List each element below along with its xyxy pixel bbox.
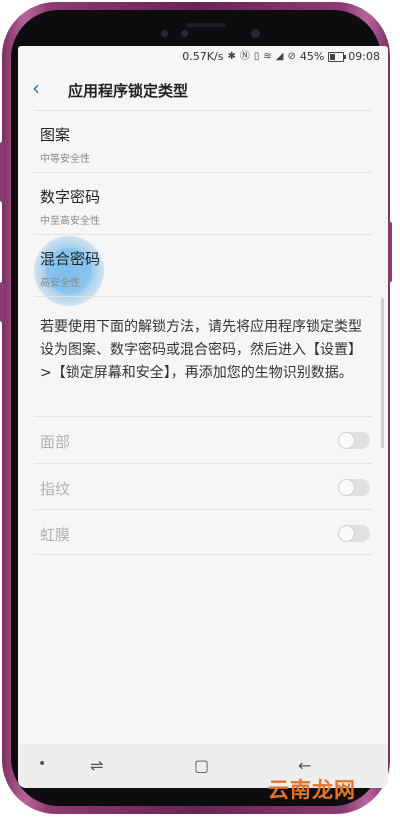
biometric-label: 虹膜 xyxy=(40,526,71,544)
option-pin[interactable]: 数字密码 中至高安全性 xyxy=(40,186,360,227)
signal-icon: ◢ xyxy=(275,50,284,62)
option-subtitle: 中至高安全性 xyxy=(40,216,100,227)
nfc-icon: Ⓝ xyxy=(239,50,250,62)
iris-toggle[interactable] xyxy=(338,525,370,542)
option-title: 混合密码 xyxy=(40,250,101,268)
biometric-row-fingerprint[interactable]: 指纹 xyxy=(40,465,370,509)
option-title: 图案 xyxy=(40,126,71,144)
divider xyxy=(34,416,372,417)
biometric-row-iris[interactable]: 虹膜 xyxy=(40,511,370,555)
chevron-left-icon[interactable]: ‹ xyxy=(32,76,40,100)
network-speed: 0.57K/s xyxy=(182,50,224,63)
recent-apps-icon[interactable]: ⇌ xyxy=(90,756,103,775)
home-icon[interactable]: ▢ xyxy=(194,756,209,775)
battery-percent: 45% xyxy=(299,50,325,63)
phone-frame: 0.57K/s ✱ Ⓝ ▯ ≋ ◢ ⊘ 45% 09:08 ‹ 应用程序锁定类型… xyxy=(0,2,392,814)
volume-button xyxy=(0,142,4,202)
divider xyxy=(34,509,372,510)
divider xyxy=(34,172,372,173)
back-icon[interactable]: ← xyxy=(298,756,311,775)
power-button xyxy=(388,222,392,282)
scrollbar[interactable] xyxy=(381,298,384,448)
divider xyxy=(34,554,372,555)
divider xyxy=(34,463,372,464)
divider xyxy=(34,110,372,111)
option-pattern[interactable]: 图案 中等安全性 xyxy=(40,124,360,165)
face-toggle[interactable] xyxy=(338,432,370,449)
no-disturb-icon: ⊘ xyxy=(287,50,296,62)
sensor-dot xyxy=(161,30,168,37)
clock: 09:08 xyxy=(348,50,380,63)
divider xyxy=(34,296,372,297)
bluetooth-icon: ✱ xyxy=(227,50,236,62)
toggle-knob xyxy=(338,432,355,449)
option-subtitle: 中等安全性 xyxy=(40,154,90,165)
screen: 0.57K/s ✱ Ⓝ ▯ ≋ ◢ ⊘ 45% 09:08 ‹ 应用程序锁定类型… xyxy=(18,46,388,788)
battery-icon xyxy=(328,51,347,62)
sensor-dot xyxy=(181,30,188,37)
vibrate-icon: ▯ xyxy=(253,50,260,62)
toggle-knob xyxy=(338,479,355,496)
option-subtitle: 高安全性 xyxy=(40,278,80,289)
page-title: 应用程序锁定类型 xyxy=(68,82,189,100)
biometric-label: 面部 xyxy=(40,433,71,451)
toggle-knob xyxy=(338,525,355,542)
option-title: 数字密码 xyxy=(40,188,101,206)
dot-icon[interactable]: • xyxy=(38,756,46,772)
divider xyxy=(34,234,372,235)
status-bar: 0.57K/s ✱ Ⓝ ▯ ≋ ◢ ⊘ 45% 09:08 xyxy=(18,46,388,68)
bixby-button xyxy=(0,282,4,322)
wifi-icon: ≋ xyxy=(263,50,272,62)
watermark-logo: 云南龙网 xyxy=(268,778,356,802)
biometric-label: 指纹 xyxy=(40,480,71,498)
biometrics-info-text: 若要使用下面的解锁方法，请先将应用程序锁定类型设为图案、数字密码或混合密码，然后… xyxy=(40,319,362,381)
fingerprint-toggle[interactable] xyxy=(338,479,370,496)
app-header: ‹ 应用程序锁定类型 xyxy=(18,68,388,108)
option-password[interactable]: 混合密码 高安全性 xyxy=(40,248,360,289)
biometric-row-face[interactable]: 面部 xyxy=(40,418,370,462)
earpiece-speaker xyxy=(186,23,226,27)
front-sensors xyxy=(161,29,260,38)
front-camera xyxy=(251,29,260,38)
